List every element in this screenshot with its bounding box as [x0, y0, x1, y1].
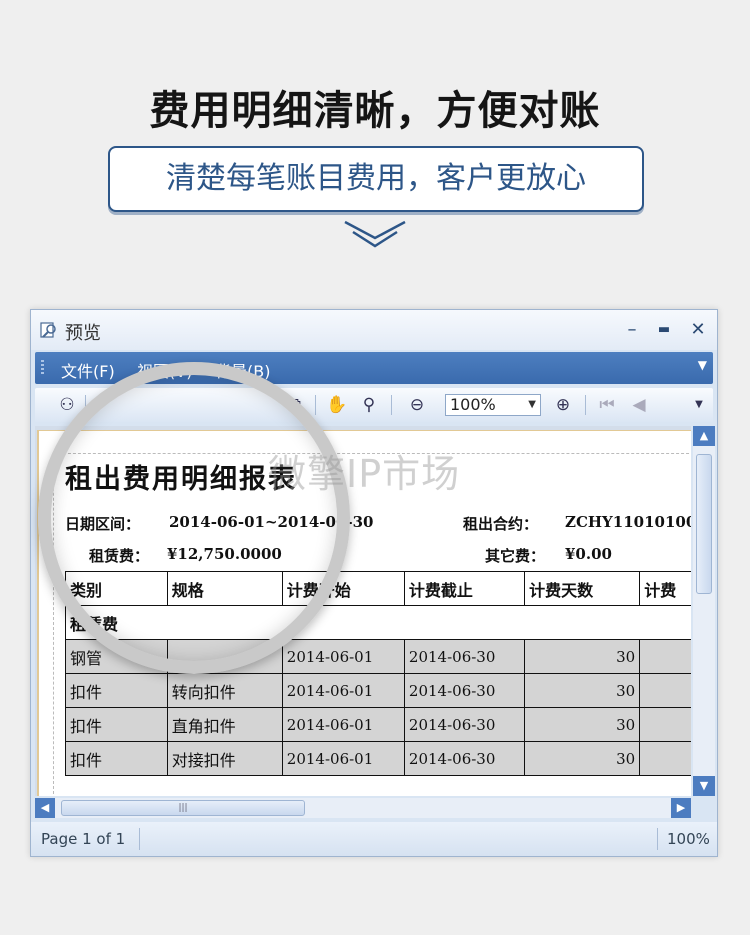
scroll-right-icon[interactable]: ▶: [671, 798, 691, 818]
other-fee-label: 其它费：: [485, 547, 546, 565]
magnifier-icon[interactable]: ⚲: [357, 393, 381, 417]
cell-end: 2014-06-30: [403, 673, 526, 708]
zoom-in-icon[interactable]: ⊕: [551, 393, 575, 417]
zoom-select[interactable]: 100% ▼: [445, 394, 541, 416]
contract-value: ZCHY110101001: [565, 513, 691, 531]
cell-end: 2014-06-30: [403, 741, 526, 776]
scroll-down-icon[interactable]: ▼: [693, 776, 715, 796]
cell-start: 2014-06-01: [281, 673, 405, 708]
horizontal-scroll-thumb[interactable]: |||: [61, 800, 305, 816]
menu-background[interactable]: 背景(B): [215, 358, 270, 382]
first-page-icon[interactable]: ⏮: [595, 393, 619, 417]
cell-category: 扣件: [65, 673, 168, 708]
cell-category: 钢管: [65, 639, 168, 674]
minimize-button[interactable]: –: [619, 318, 645, 342]
vertical-scroll-thumb[interactable]: [696, 454, 712, 594]
contract-label: 租出合约：: [463, 515, 539, 533]
menu-view[interactable]: 视图(V): [137, 358, 192, 382]
previous-page-icon[interactable]: ◀: [627, 393, 651, 417]
cell-spec: 直角扣件: [166, 707, 283, 742]
subheadline-box: 清楚每笔账目费用，客户更放心: [108, 146, 644, 212]
menu-bar: 文件(F) 视图(V) 背景(B) ▼: [35, 352, 713, 384]
cell-fee: [639, 673, 691, 708]
cell-start: 2014-06-01: [281, 707, 405, 742]
toolbar: ⚇ ⧉ ✋ ⚲ ⊖ 100% ▼ ⊕ ⏮ ◀ ▼: [35, 388, 713, 422]
rent-value: ¥12,750.0000: [167, 545, 282, 563]
menu-file[interactable]: 文件(F): [61, 358, 115, 382]
column-header: 计费天数: [524, 571, 641, 606]
column-header: 计费开始: [281, 571, 405, 606]
cell-spec: [166, 639, 283, 674]
vertical-scrollbar[interactable]: ▲ ▼: [693, 426, 715, 796]
maximize-button[interactable]: ▬: [651, 318, 677, 342]
cell-spec: 转向扣件: [166, 673, 283, 708]
headline: 费用明细清晰，方便对账: [149, 88, 601, 134]
table-row: 钢管 2014-06-01 2014-06-30 30: [65, 639, 691, 674]
column-header: 计费截止: [403, 571, 526, 606]
subheadline: 清楚每笔账目费用，客户更放心: [166, 161, 586, 196]
other-fee-value: ¥0.00: [565, 545, 612, 563]
group-row: 租赁费: [65, 605, 691, 640]
menu-overflow-icon[interactable]: ▼: [698, 358, 707, 372]
horizontal-scrollbar[interactable]: ◀ ||| ▶: [35, 798, 691, 818]
cell-fee: [639, 707, 691, 742]
cell-days: 30: [524, 741, 641, 776]
fee-detail-table: 类别 规格 计费开始 计费截止 计费天数 计费 租赁费 钢管 2014-06-0…: [65, 571, 691, 776]
cell-days: 30: [524, 673, 641, 708]
scroll-left-icon[interactable]: ◀: [35, 798, 55, 818]
scroll-corner: [693, 798, 715, 818]
column-header: 类别: [65, 571, 168, 606]
title-bar: 预览 – ▬ ✕: [31, 310, 717, 350]
zoom-select-value: 100%: [450, 395, 496, 414]
report-title: 租出费用明细报表: [65, 464, 297, 495]
cell-days: 30: [524, 707, 641, 742]
date-range-value: 2014-06-01~2014-06-30: [169, 513, 374, 531]
cell-category: 扣件: [65, 707, 168, 742]
group-label: 租赁费: [65, 605, 691, 640]
scroll-up-icon[interactable]: ▲: [693, 426, 715, 446]
column-header: 规格: [166, 571, 283, 606]
status-zoom: 100%: [667, 830, 710, 848]
table-row: 扣件 转向扣件 2014-06-01 2014-06-30 30: [65, 673, 691, 708]
chevron-down-icon: [344, 220, 406, 248]
cell-spec: 对接扣件: [166, 741, 283, 776]
cell-end: 2014-06-30: [403, 639, 526, 674]
chevron-down-icon: ▼: [528, 399, 536, 410]
cell-category: 扣件: [65, 741, 168, 776]
cell-fee: [639, 639, 691, 674]
preview-icon: [40, 322, 56, 338]
table-row: 扣件 直角扣件 2014-06-01 2014-06-30 30: [65, 707, 691, 742]
zoom-out-icon[interactable]: ⊖: [405, 393, 429, 417]
cell-fee: [639, 741, 691, 776]
report-viewport[interactable]: 租出费用明细报表 日期区间： 2014-06-01~2014-06-30 租出合…: [35, 426, 691, 796]
toolbar-overflow-icon[interactable]: ▼: [687, 393, 711, 417]
rent-label: 租赁费：: [89, 547, 150, 565]
fit-page-icon[interactable]: ⧉: [283, 393, 307, 417]
status-bar: Page 1 of 1 100%: [31, 822, 717, 856]
table-header-row: 类别 规格 计费开始 计费截止 计费天数 计费: [65, 571, 691, 606]
find-icon[interactable]: ⚇: [55, 393, 79, 417]
window-title: 预览: [65, 323, 101, 344]
hand-tool-icon[interactable]: ✋: [325, 393, 349, 417]
cell-end: 2014-06-30: [403, 707, 526, 742]
preview-window: 预览 – ▬ ✕ 文件(F) 视图(V) 背景(B) ▼ ⚇ ⧉ ✋ ⚲ ⊖ 1…: [30, 309, 718, 857]
cell-start: 2014-06-01: [281, 639, 405, 674]
table-row: 扣件 对接扣件 2014-06-01 2014-06-30 30: [65, 741, 691, 776]
page-indicator: Page 1 of 1: [41, 830, 126, 848]
column-header: 计费: [639, 571, 691, 606]
cell-start: 2014-06-01: [281, 741, 405, 776]
close-button[interactable]: ✕: [685, 318, 711, 342]
menu-grip: [41, 360, 44, 376]
report-page: 租出费用明细报表 日期区间： 2014-06-01~2014-06-30 租出合…: [37, 430, 691, 796]
cell-days: 30: [524, 639, 641, 674]
date-range-label: 日期区间：: [65, 515, 141, 533]
